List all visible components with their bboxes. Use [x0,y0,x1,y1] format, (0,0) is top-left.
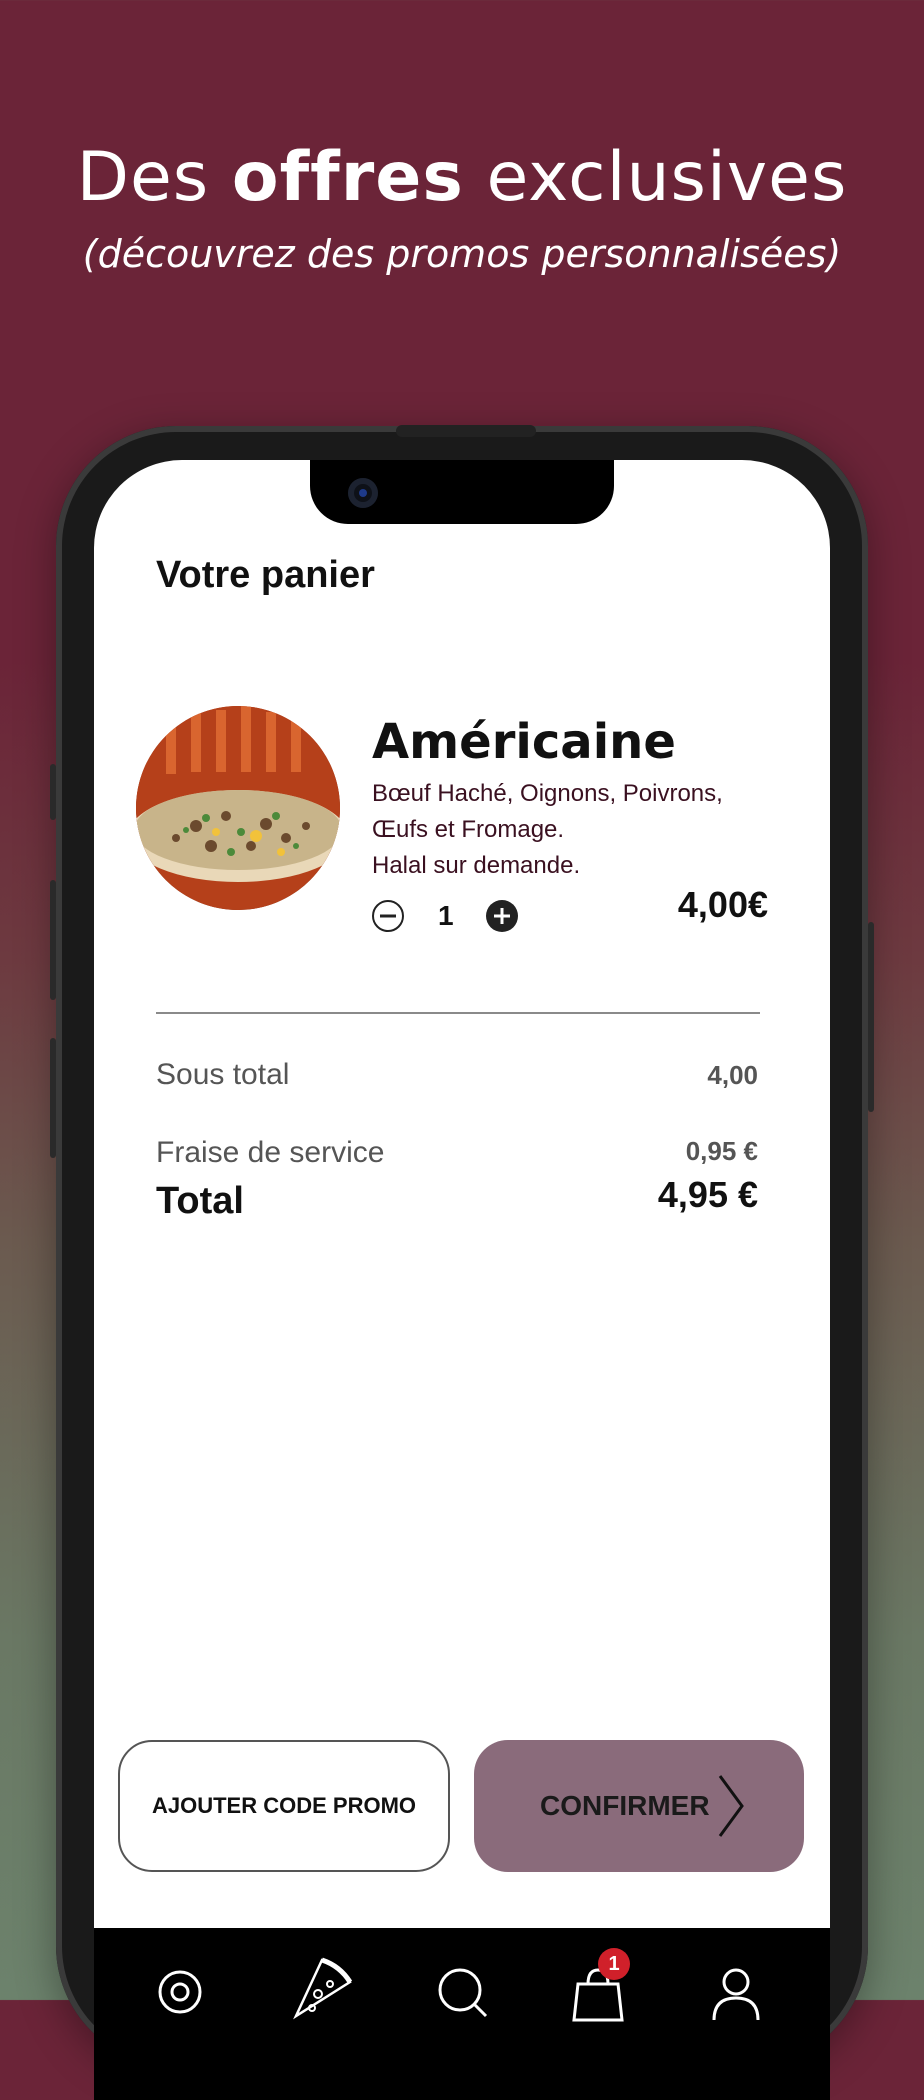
tab-profile[interactable] [706,1962,766,2022]
pizza-icon [293,1957,353,2020]
subheadline: (découvrez des promos personnalisées) [82,232,842,276]
total-value: 4,95 € [657,1174,758,1215]
cart-count-badge: 1 [598,1948,630,1980]
front-camera [348,478,378,508]
phone-volume-down [50,1038,56,1158]
tab-search[interactable] [432,1962,492,2022]
tab-menu[interactable] [288,1954,353,2020]
decrease-quantity-button[interactable] [372,900,404,932]
increase-quantity-button[interactable] [486,900,518,932]
headline: Des offres exclusives [0,138,924,217]
add-promo-code-button[interactable]: AJOUTER CODE PROMO [118,1740,450,1872]
phone-volume-up [50,880,56,1000]
total-label: Total [156,1180,244,1222]
app-screen: Votre panier Américaine Bœuf Haché, Oign… [94,460,830,2100]
pizza-image [136,706,340,910]
phone-speaker [396,425,536,437]
quantity-value: 1 [438,900,454,931]
subtotal-value: 4,00 [707,1060,758,1090]
chevron-right-icon [718,1775,744,1837]
plus-icon [494,908,510,924]
item-description: Bœuf Haché, Oignons, Poivrons, Œufs et F… [372,776,792,884]
headline-suffix: exclusives [463,138,848,217]
item-description-line: Halal sur demande. [372,852,581,879]
minus-icon [380,914,396,918]
phone-side-button [50,764,56,820]
search-icon [438,1968,488,2018]
subtotal-label: Sous total [156,1058,290,1091]
divider [156,1012,760,1014]
headline-bold: offres [231,138,464,217]
location-icon [158,1970,202,2014]
headline-prefix: Des [76,138,232,217]
add-promo-code-label: AJOUTER CODE PROMO [151,1793,417,1818]
page-title: Votre panier [156,554,375,596]
confirm-button[interactable]: CONFIRMER [474,1740,804,1872]
profile-icon [712,1968,760,2021]
item-price: 4,00€ [677,884,768,925]
tab-cart[interactable]: 1 [568,1948,630,2022]
bottom-tab-bar: 1 [94,1928,830,2100]
service-fee-value: 0,95 € [685,1136,758,1166]
phone-frame: Votre panier Américaine Bœuf Haché, Oign… [50,425,874,2100]
tab-location[interactable] [150,1962,210,2022]
phone-power-button [868,922,874,1112]
service-fee-label: Fraise de service [156,1136,385,1169]
item-name: Américaine [372,714,676,770]
item-description-line: Bœuf Haché, Oignons, Poivrons, [372,780,723,807]
item-description-line: Œufs et Fromage. [372,816,565,843]
phone-notch [310,460,614,524]
confirm-label: CONFIRMER [540,1790,710,1821]
